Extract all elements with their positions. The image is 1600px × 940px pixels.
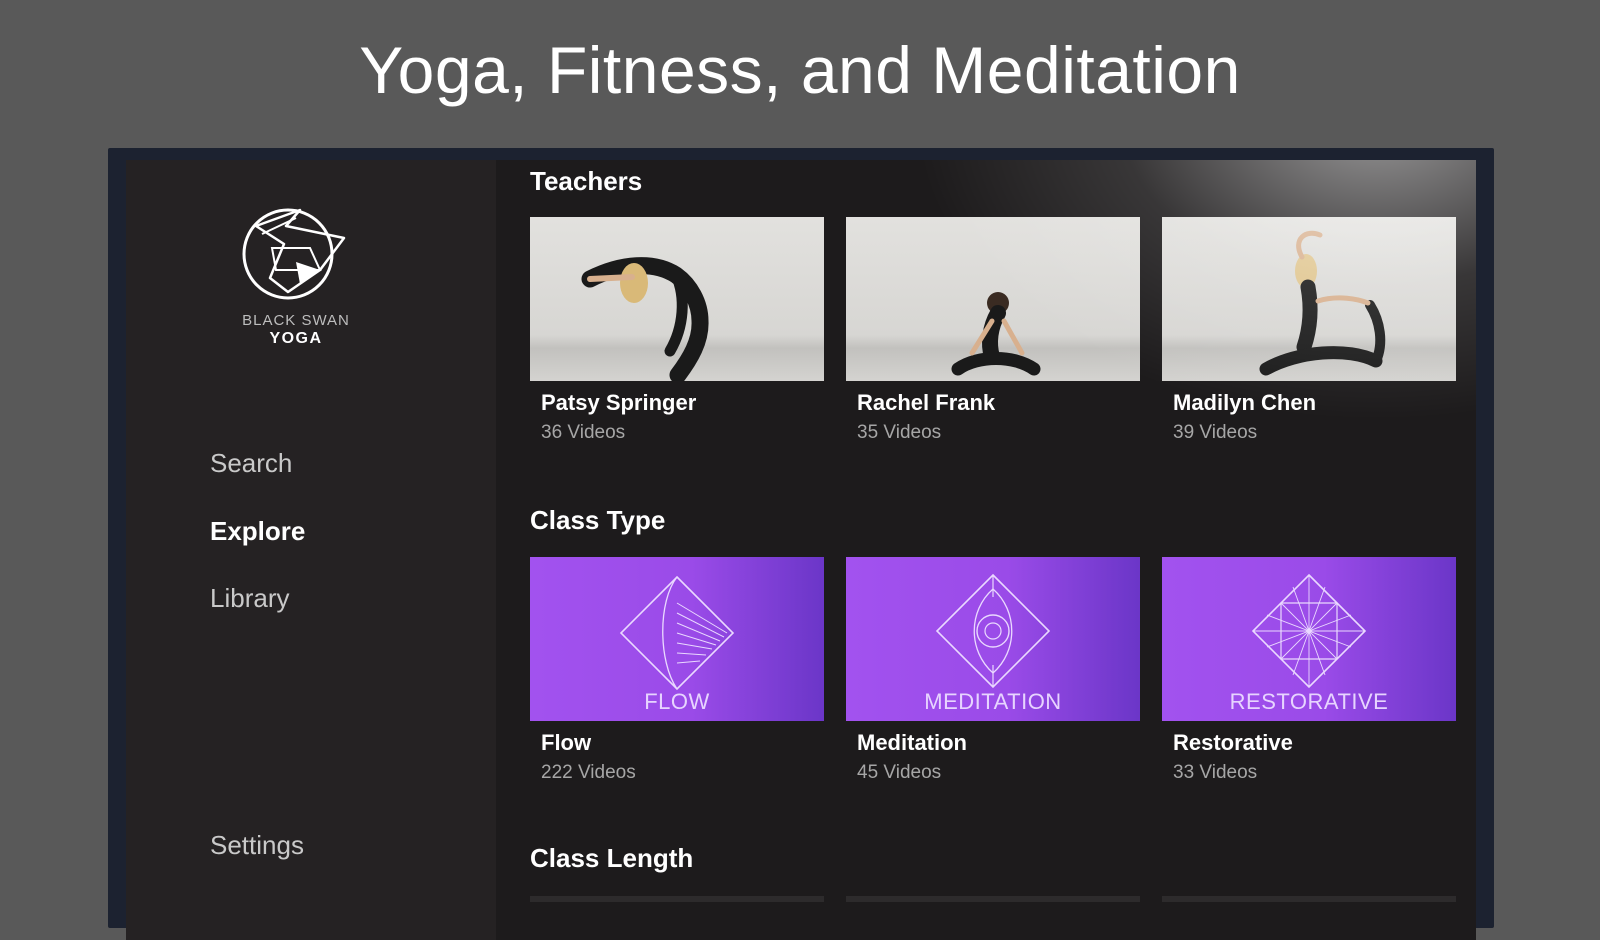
- teacher-card-patsy-springer[interactable]: Patsy Springer 36 Videos: [530, 217, 824, 444]
- sidebar: BLACK SWAN YOGA Search Explore Library S…: [126, 160, 496, 940]
- class-type-name: Restorative: [1173, 730, 1293, 755]
- video-count: 45 Videos: [857, 762, 942, 783]
- brand-logo: BLACK SWAN YOGA: [226, 204, 366, 348]
- tile-label: FLOW: [644, 689, 710, 714]
- tv-frame: BLACK SWAN YOGA Search Explore Library S…: [108, 148, 1494, 940]
- class-type-name: Meditation: [857, 730, 967, 755]
- section-title-class-length: Class Length: [530, 843, 694, 873]
- class-type-tile: MEDITATION: [846, 557, 1140, 721]
- video-count: 39 Videos: [1173, 422, 1258, 443]
- class-type-card-flow[interactable]: FLOW Flow 222 Videos: [530, 557, 824, 784]
- swan-logo-icon: [242, 208, 346, 300]
- class-type-card-meditation[interactable]: MEDITATION Meditation 45 Videos: [846, 557, 1140, 784]
- brand-name-line2: YOGA: [269, 330, 323, 347]
- class-length-card-preview[interactable]: [1162, 896, 1456, 902]
- teacher-photo: [846, 217, 1140, 381]
- app-screen: BLACK SWAN YOGA Search Explore Library S…: [126, 160, 1476, 940]
- teacher-photo: [530, 217, 824, 381]
- teacher-name: Patsy Springer: [541, 390, 697, 415]
- brand-name-line1: BLACK SWAN: [242, 312, 350, 329]
- teacher-card-rachel-frank[interactable]: Rachel Frank 35 Videos: [846, 217, 1140, 444]
- class-type-tile: FLOW: [530, 557, 824, 721]
- class-type-card-restorative[interactable]: RESTORATIVE Restorative 33 Videos: [1162, 557, 1456, 784]
- class-type-tile: RESTORATIVE: [1162, 557, 1456, 721]
- section-title-teachers: Teachers: [530, 166, 643, 196]
- class-length-card-preview[interactable]: [530, 896, 824, 902]
- video-count: 222 Videos: [541, 762, 636, 783]
- tile-label: MEDITATION: [924, 689, 1062, 714]
- video-count: 36 Videos: [541, 422, 626, 443]
- video-count: 35 Videos: [857, 422, 942, 443]
- class-length-card-preview[interactable]: [846, 896, 1140, 902]
- teacher-name: Rachel Frank: [857, 390, 996, 415]
- nav-settings[interactable]: Settings: [210, 830, 304, 861]
- class-type-name: Flow: [541, 730, 592, 755]
- section-title-class-type: Class Type: [530, 505, 666, 535]
- explore-content: Teachers Patsy Springer 36 Videos Rachel…: [496, 160, 1476, 940]
- page-headline: Yoga, Fitness, and Meditation: [359, 33, 1241, 107]
- nav-library[interactable]: Library: [210, 583, 289, 614]
- nav-search[interactable]: Search: [210, 448, 292, 479]
- video-count: 33 Videos: [1173, 762, 1258, 783]
- nav-explore[interactable]: Explore: [210, 516, 305, 547]
- teacher-card-madilyn-chen[interactable]: Madilyn Chen 39 Videos: [1162, 217, 1456, 444]
- teacher-name: Madilyn Chen: [1173, 390, 1317, 415]
- teacher-photo: [1162, 217, 1456, 381]
- tile-label: RESTORATIVE: [1229, 689, 1389, 714]
